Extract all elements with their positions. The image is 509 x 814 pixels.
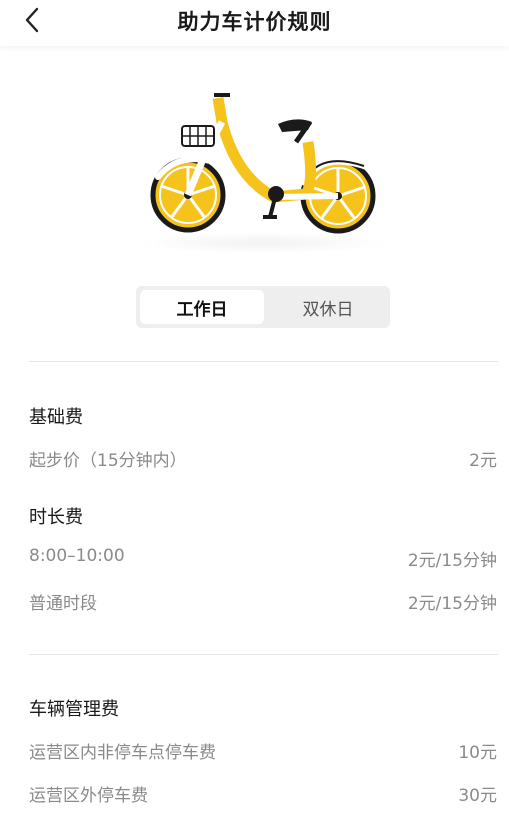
divider (29, 361, 498, 362)
day-type-tabs: 工作日 双休日 (136, 286, 390, 328)
row-value: 10元 (458, 743, 497, 763)
row-label: 8:00–10:00 (29, 546, 125, 566)
tab-weekday[interactable]: 工作日 (140, 290, 264, 324)
divider (29, 654, 498, 655)
row-label: 运营区外停车费 (29, 786, 148, 806)
section-title-base-fee: 基础费 (29, 407, 83, 428)
nav-bar: 助力车计价规则 (0, 0, 509, 46)
row-label: 普通时段 (29, 594, 97, 614)
basket (181, 125, 215, 147)
list-item: 起步价（15分钟内） 2元 (29, 446, 497, 472)
list-item: 运营区外停车费 30元 (29, 781, 497, 807)
list-item: 8:00–10:00 2元/15分钟 (29, 546, 497, 572)
section-title-duration-fee: 时长费 (29, 507, 83, 528)
list-item: 普通时段 2元/15分钟 (29, 589, 497, 615)
row-label: 运营区内非停车点停车费 (29, 743, 216, 763)
section-title-management-fee: 车辆管理费 (29, 699, 119, 720)
bike-illustration (150, 93, 376, 234)
tab-weekend[interactable]: 双休日 (266, 290, 390, 324)
row-value: 2元 (469, 451, 497, 471)
row-value: 2元/15分钟 (407, 594, 497, 614)
list-item: 运营区内非停车点停车费 10元 (29, 738, 497, 764)
row-value: 30元 (458, 786, 497, 806)
row-value: 2元/15分钟 (407, 551, 497, 571)
page-title: 助力车计价规则 (177, 10, 332, 34)
row-label: 起步价（15分钟内） (29, 451, 187, 471)
